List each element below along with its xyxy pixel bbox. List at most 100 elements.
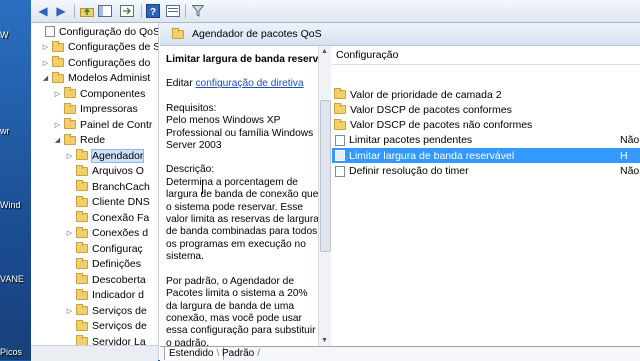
setting-row[interactable]: Definir resolução do timer Não <box>332 164 640 179</box>
tree-item-label: Modelos Administ <box>68 72 151 84</box>
setting-row[interactable]: Limitar pacotes pendentes Não <box>332 133 640 148</box>
tree-item-label: Arquivos O <box>92 165 144 177</box>
export-icon[interactable] <box>119 3 135 19</box>
tree-item[interactable]: ▷ Configurações do <box>41 56 150 69</box>
filter-icon[interactable] <box>190 3 206 19</box>
details-header-title: Agendador de pacotes QoS <box>192 28 322 40</box>
tree-item[interactable]: ◢ Rede <box>53 133 106 147</box>
tree-item[interactable]: Serviços de <box>65 319 147 333</box>
folder-icon <box>52 56 64 67</box>
folder-icon <box>76 195 88 207</box>
tree-item[interactable]: Configuração do QoS <box>33 25 158 38</box>
tree-item-label: Rede <box>80 134 106 146</box>
toolbar-separator <box>141 4 142 18</box>
folder-icon <box>76 257 88 269</box>
group-policy-editor-window: ◀ ▶ ? Configuração do QoS ▷ Configurações … <box>31 0 640 361</box>
tree-item[interactable]: Arquivos O <box>65 164 144 178</box>
tree-item[interactable]: Descoberta <box>65 273 146 286</box>
column-header-setting[interactable]: Configuração <box>332 46 640 65</box>
setting-row[interactable]: Valor DSCP de pacotes conformes <box>332 102 640 117</box>
tree-item[interactable]: ▷ Componentes <box>53 87 145 100</box>
default-text: Por padrão, o Agendador de Pacotes limit… <box>166 275 316 346</box>
setting-name: Definir resolução do timer <box>349 165 469 177</box>
expand-arrow-icon[interactable]: ▷ <box>53 90 62 98</box>
setting-name: Valor DSCP de pacotes não conformes <box>350 119 533 132</box>
navigation-tree: Configuração do QoS ▷ Configurações de S ▷ C… <box>31 23 159 360</box>
column-header-label: Configuração <box>336 49 399 61</box>
setting-name: Valor de prioridade de camada 2 <box>350 88 502 101</box>
folder-icon <box>64 118 76 129</box>
tree-item[interactable]: ◢ Modelos Administ <box>41 71 151 85</box>
setting-row[interactable]: Valor de prioridade de camada 2 <box>332 87 640 102</box>
tree-horizontal-scrollbar[interactable] <box>31 345 158 361</box>
document-icon <box>45 26 55 37</box>
description-scrollbar[interactable]: ▲ ▼ <box>318 46 331 346</box>
desktop-strip: W wr Wind VANE Picos <box>0 0 31 360</box>
tree-item-label: Conexão Fa <box>92 211 150 224</box>
folder-icon <box>76 288 88 300</box>
tab-extended[interactable]: Estendido \ <box>164 347 225 360</box>
tree-item-label: Indicador d <box>92 289 144 301</box>
properties-icon[interactable] <box>165 3 181 19</box>
tab-standard[interactable]: Padrão / <box>218 347 264 360</box>
setting-name: Limitar pacotes pendentes <box>349 134 473 147</box>
setting-row[interactable]: Limitar largura de banda reservável H <box>332 148 640 164</box>
edit-policy-line: Editar configuração de diretiva <box>166 78 320 90</box>
tree-item[interactable]: ▷ Painel de Contr <box>53 118 152 131</box>
svg-text:?: ? <box>150 7 156 18</box>
expand-arrow-icon[interactable]: ▷ <box>65 229 74 237</box>
tree-item[interactable]: Configuraç <box>65 242 143 255</box>
toolbar: ◀ ▶ ? <box>31 0 640 23</box>
tree-item[interactable]: Impressoras <box>53 102 138 116</box>
expand-arrow-icon[interactable]: ◢ <box>41 74 50 82</box>
folder-icon <box>52 40 64 52</box>
folder-icon <box>64 133 76 145</box>
tab-label: Padrão <box>222 348 255 359</box>
expand-arrow-icon[interactable]: ◢ <box>53 136 62 144</box>
toolbar-separator <box>185 4 186 18</box>
tree-item[interactable]: ▷ Conexões d <box>65 226 148 240</box>
help-icon[interactable]: ? <box>145 3 161 19</box>
edit-policy-link[interactable]: configuração de diretiva <box>195 78 303 89</box>
tab-label: Estendido <box>169 348 214 359</box>
description-label: Descrição: <box>166 164 215 176</box>
expand-arrow-icon[interactable]: ▷ <box>41 43 50 51</box>
tree-item-label: Impressoras <box>80 103 138 115</box>
folder-icon <box>76 149 88 160</box>
back-arrow-icon[interactable]: ◀ <box>35 3 51 19</box>
tree-item-label: Configurações do <box>68 56 151 69</box>
details-header: Agendador de pacotes QoS <box>160 23 640 46</box>
tree-item-label: Serviços de <box>92 320 147 332</box>
tree-item[interactable]: Conexão Fa <box>65 211 149 224</box>
tree-item[interactable]: ▷ Agendador <box>65 148 145 163</box>
forward-arrow-icon[interactable]: ▶ <box>53 3 69 19</box>
expand-arrow-icon[interactable]: ▷ <box>53 121 62 129</box>
tree-item[interactable]: ▷ Configurações de S <box>41 40 158 54</box>
folder-icon <box>76 304 88 315</box>
folder-icon <box>76 226 88 238</box>
folder-icon <box>334 118 346 130</box>
tree-item[interactable]: Indicador d <box>65 288 144 302</box>
policy-setting-icon <box>335 165 345 177</box>
scroll-up-icon[interactable]: ▲ <box>321 48 328 55</box>
expand-arrow-icon[interactable]: ▷ <box>65 307 74 315</box>
scroll-down-icon[interactable]: ▼ <box>321 337 328 344</box>
expand-arrow-icon[interactable]: ▷ <box>41 59 50 67</box>
folder-icon <box>334 88 346 99</box>
show-hide-tree-icon[interactable] <box>97 3 113 19</box>
tree-item-label: Painel de Contr <box>80 118 153 131</box>
tree-item-label: Serviços de <box>92 304 147 317</box>
policy-title: Limitar largura de banda reservável <box>166 54 320 65</box>
tree-item[interactable]: BranchCach <box>65 180 150 193</box>
up-folder-icon[interactable] <box>79 3 95 19</box>
tree-item[interactable]: Definições <box>65 257 141 271</box>
folder-icon <box>76 211 88 222</box>
folder-icon <box>76 164 88 176</box>
tree-item[interactable]: Cliente DNS <box>65 195 150 209</box>
setting-name: Valor DSCP de pacotes conformes <box>350 103 512 116</box>
setting-state: H <box>620 149 628 162</box>
scrollbar-thumb[interactable] <box>320 100 331 252</box>
tree-item[interactable]: ▷ Serviços de <box>65 304 147 317</box>
expand-arrow-icon[interactable]: ▷ <box>65 152 74 160</box>
setting-row[interactable]: Valor DSCP de pacotes não conformes <box>332 118 640 133</box>
